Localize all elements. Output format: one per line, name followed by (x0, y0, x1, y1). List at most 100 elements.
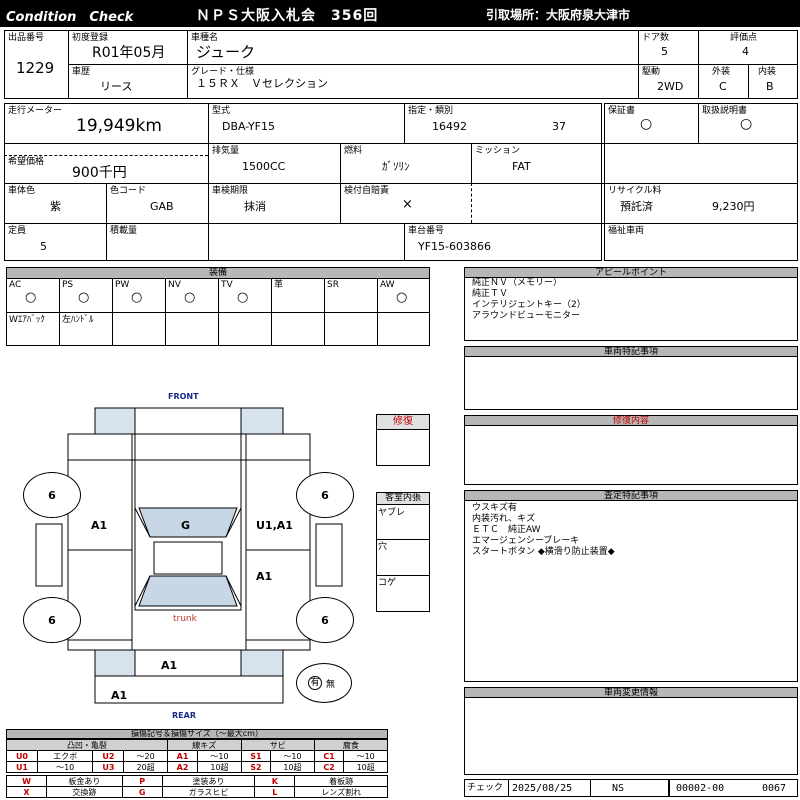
car-name: ジューク (196, 43, 255, 61)
fuel: ｶﾞｿﾘﾝ (382, 160, 410, 173)
tire-rear-left: 6 (23, 597, 81, 643)
legend-code: W (6, 775, 47, 787)
load-label: 積載量 (110, 226, 138, 236)
capacity-label: 定員 (8, 226, 27, 236)
mission-label: ミッション (475, 146, 521, 156)
drive: 2WD (657, 80, 684, 93)
check-inspector: NS (612, 783, 625, 794)
legend-group-rust: サビ (240, 739, 315, 751)
spare-tire-indicator (296, 663, 352, 703)
first-reg-label: 初度登録 (72, 33, 109, 43)
legend-desc: 10超 (197, 761, 242, 773)
liability-label: 検付自賠責 (344, 186, 390, 196)
appeal-line: インテリジェントキー（2） (472, 300, 586, 310)
check-date: 2025/08/25 (512, 783, 573, 794)
inspection-label: 車検期限 (212, 186, 249, 196)
legend-table: 凸凹・亀裂 線キズ サビ 腐食 U0 エクボ U2 〜20 A1 〜10 S1 〜10 … (6, 739, 389, 773)
spare-no: 無 (326, 680, 336, 690)
spec-grid-right (604, 103, 798, 261)
equipment-leather: 革 (274, 280, 284, 290)
assessment-line: ウスキズ有 (472, 503, 518, 513)
designation: 16492 (432, 120, 467, 133)
car-name-label: 車種名 (191, 33, 219, 43)
mark-right-rear: A1 (256, 570, 273, 583)
equipment-tv: TV ○ (221, 280, 249, 305)
designation-label: 指定・類別 (408, 106, 454, 116)
header-bar: Condition Check ＮＰＳ大阪入札会 356回 引取場所：大阪府泉大… (0, 0, 800, 27)
price: 900千円 (72, 165, 127, 181)
legend-desc: 20超 (123, 761, 168, 773)
appeal-lines: 純正ＮＶ（メモリー） 純正ＴＶ インテリジェントキー（2） アラウンドビューモニ… (472, 278, 586, 322)
tire-front-right: 6 (296, 472, 354, 518)
repair-title: 修復 (376, 414, 430, 430)
cabin-burn: コゲ (378, 578, 397, 588)
check-code2: 0067 (762, 783, 787, 794)
legend-desc: 〜10 (343, 750, 388, 762)
legend-desc: エクボ (36, 750, 94, 762)
equipment-nv: NV ○ (168, 280, 196, 305)
equipment-ac: AC ○ (9, 280, 37, 305)
liability: × (402, 197, 413, 212)
mileage: 19,949km (76, 116, 162, 136)
displacement: 1500CC (242, 160, 286, 173)
header-title: ＮＰＳ大阪入札会 356回 (196, 8, 379, 24)
equipment-aw: AW ○ (380, 280, 408, 305)
mark-rear-low: A1 (111, 689, 128, 702)
manual: ○ (740, 116, 753, 132)
history-label: 車歴 (72, 67, 91, 77)
appeal-line: 純正ＴＶ (472, 289, 509, 299)
assessment-line: ＥＴＣ 純正AW (472, 525, 541, 535)
header-pickup: 引取場所：大阪府泉大津市 (486, 8, 631, 22)
doors-label: ドア数 (642, 33, 670, 43)
interior-label: 内装 (758, 67, 777, 77)
legend-desc: ガラスヒビ (161, 786, 256, 798)
appeal-line: アラウンドビューモニター (472, 311, 581, 321)
color: 紫 (50, 200, 61, 213)
category: 37 (552, 120, 566, 133)
legend-table-2: W 板金あり P 塗装あり K 着板跡 X 交換跡 G ガラスヒビ L レンズ割れ (6, 775, 388, 798)
check-label: チェック (467, 783, 504, 793)
warranty-label: 保証書 (608, 106, 636, 116)
mark-windshield: G (181, 519, 191, 532)
model-label: 型式 (212, 106, 231, 116)
exterior: C (719, 80, 727, 93)
capacity: 5 (40, 240, 47, 253)
legend-group-scratch: 線キズ (166, 739, 242, 751)
legend-code: U0 (6, 750, 38, 762)
legend-code: X (6, 786, 47, 798)
interior: B (766, 80, 774, 93)
assessment-line: 内装汚れ、キズ (472, 514, 536, 524)
legend-code: S2 (240, 761, 272, 773)
legend-desc: 塗装あり (161, 775, 256, 787)
legend-code: C1 (313, 750, 345, 762)
mark-rear-bumper: A1 (161, 659, 178, 672)
equipment-airbag: Wｴｱﾊﾞｯｸ (9, 315, 45, 325)
color-code-label: 色コード (110, 186, 147, 196)
cabin-title: 客室内張 (376, 492, 430, 505)
chassis-label: 車台番号 (408, 226, 445, 236)
tire-rear-right: 6 (296, 597, 354, 643)
legend-desc: レンズ割れ (294, 786, 388, 798)
inspection: 抹消 (244, 200, 266, 213)
grade-label: グレード・仕様 (191, 67, 255, 77)
appeal-title: アピールポイント (464, 267, 798, 278)
legend-desc: 〜10 (36, 761, 94, 773)
legend-desc: 〜10 (270, 750, 315, 762)
score: 4 (742, 45, 749, 58)
check-code1: 00002-00 (676, 783, 725, 794)
legend-group-dent: 凸凹・亀裂 (6, 739, 168, 751)
car-diagram (35, 407, 343, 704)
cabin-hole: 穴 (378, 542, 388, 552)
fuel-label: 燃料 (344, 146, 363, 156)
recycle-label: リサイクル料 (608, 186, 662, 196)
legend-code: G (121, 786, 163, 798)
legend-desc: 板金あり (46, 775, 123, 787)
legend-group-corrosion: 腐食 (313, 739, 389, 751)
equipment-lhd: 左ﾊﾝﾄﾞﾙ (62, 315, 94, 325)
tire-front-left: 6 (23, 472, 81, 518)
displacement-label: 排気量 (212, 146, 240, 156)
special-title: 車両特記事項 (464, 346, 798, 357)
legend-code: U1 (6, 761, 38, 773)
exterior-label: 外装 (712, 67, 731, 77)
color-label: 車体色 (8, 186, 36, 196)
